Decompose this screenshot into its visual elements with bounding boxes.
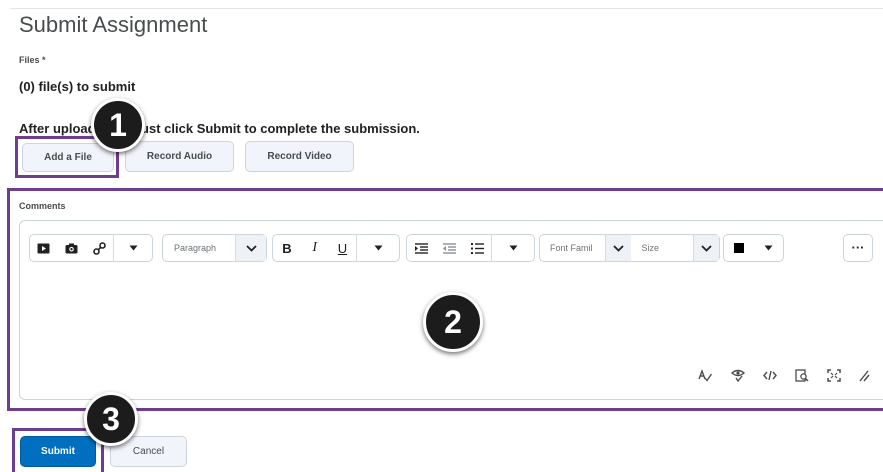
page-title: Submit Assignment xyxy=(19,12,208,37)
files-label: Files * xyxy=(19,55,46,65)
callout-badge-3: 3 xyxy=(84,392,138,446)
record-audio-button[interactable]: Record Audio xyxy=(125,141,234,172)
record-video-button[interactable]: Record Video xyxy=(245,141,354,172)
callout-badge-2: 2 xyxy=(423,292,483,352)
files-count: (0) file(s) to submit xyxy=(19,79,136,94)
top-divider xyxy=(10,8,883,9)
instruction-text: After upload, you must click Submit to c… xyxy=(19,121,420,136)
callout-badge-1: 1 xyxy=(91,98,145,152)
